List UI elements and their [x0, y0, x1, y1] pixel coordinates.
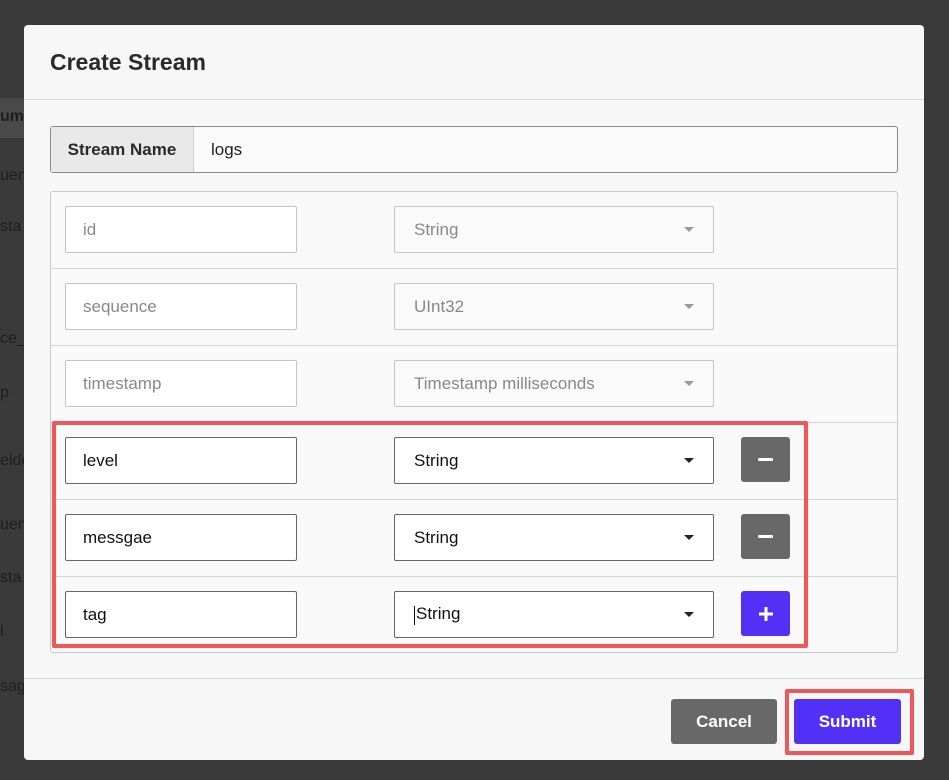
field-row-messgae: messgae String	[51, 500, 897, 577]
field-row-tag: tag String	[51, 577, 897, 654]
chevron-down-icon	[684, 458, 694, 463]
field-row-sequence: sequence UInt32	[51, 269, 897, 346]
field-row-id: id String	[51, 192, 897, 269]
background-cell-fragment: sta	[0, 569, 22, 586]
field-type-select: Timestamp milliseconds	[394, 360, 714, 407]
chevron-down-icon	[684, 304, 694, 309]
field-type-value: UInt32	[414, 296, 465, 316]
modal-header: Create Stream	[24, 25, 924, 100]
background-cell-fragment: ce_	[0, 330, 26, 347]
field-type-value: String	[414, 450, 459, 470]
background-cell-fragment: l	[0, 623, 4, 640]
field-row-level: level String	[51, 423, 897, 500]
field-name-input[interactable]: level	[65, 437, 297, 484]
background-cell-fragment: sag	[0, 678, 26, 695]
field-type-select: String	[394, 206, 714, 253]
field-name-input: sequence	[65, 283, 297, 330]
schema-fields-list: id String sequence UInt32 timestamp Time…	[50, 191, 898, 653]
remove-field-button[interactable]	[741, 437, 790, 482]
chevron-down-icon	[684, 227, 694, 232]
field-type-select: UInt32	[394, 283, 714, 330]
field-name-input: timestamp	[65, 360, 297, 407]
field-type-select[interactable]: String	[394, 437, 714, 484]
field-type-select[interactable]: String	[394, 591, 714, 638]
add-field-button[interactable]	[741, 591, 790, 636]
remove-field-button[interactable]	[741, 514, 790, 559]
cancel-button[interactable]: Cancel	[671, 699, 777, 744]
field-type-value: String	[414, 527, 459, 547]
field-type-value: String	[414, 219, 459, 239]
field-row-timestamp: timestamp Timestamp milliseconds	[51, 346, 897, 423]
chevron-down-icon	[684, 535, 694, 540]
modal-footer: Cancel Submit	[24, 678, 924, 760]
submit-button[interactable]: Submit	[794, 699, 901, 744]
field-name-input[interactable]: messgae	[65, 514, 297, 561]
modal-title: Create Stream	[50, 48, 206, 75]
minus-icon	[758, 458, 773, 461]
plus-icon	[758, 606, 773, 621]
minus-icon	[758, 535, 773, 538]
chevron-down-icon	[684, 612, 694, 617]
background-cell-fragment: uen	[0, 167, 27, 184]
background-cell-fragment: p	[0, 384, 9, 401]
field-name-input: id	[65, 206, 297, 253]
field-type-value: String	[416, 604, 461, 624]
background-cell-fragment: uen	[0, 516, 27, 533]
field-type-select[interactable]: String	[394, 514, 714, 561]
text-cursor	[414, 605, 415, 625]
stream-name-group: Stream Name	[50, 126, 898, 173]
field-type-value: Timestamp milliseconds	[414, 373, 595, 393]
stream-name-label: Stream Name	[51, 127, 194, 172]
background-cell-fragment: sta	[0, 218, 22, 235]
field-name-input[interactable]: tag	[65, 591, 297, 638]
chevron-down-icon	[684, 381, 694, 386]
stream-name-input[interactable]	[194, 127, 897, 172]
create-stream-modal: Create Stream Stream Name id String sequ…	[24, 25, 924, 760]
